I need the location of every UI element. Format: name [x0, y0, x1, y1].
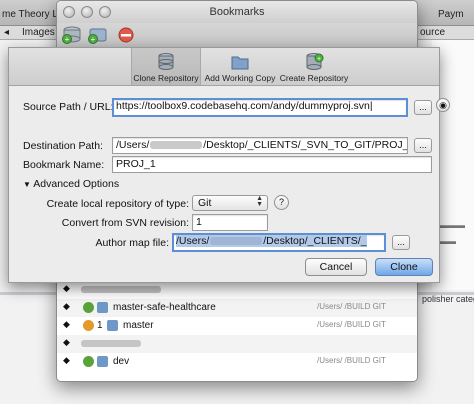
bookmark-name-value: PROJ_1 [116, 158, 156, 170]
blurred-username [210, 237, 263, 246]
bookmark-badge: 1 [97, 320, 103, 331]
images-link[interactable]: Images [22, 27, 55, 38]
tab-add-working-copy[interactable]: Add Working Copy [203, 48, 277, 85]
repository-icon [97, 302, 108, 313]
destination-path-label: Destination Path: [23, 140, 103, 152]
bookmark-label: master-safe-healthcare [113, 302, 216, 313]
background-polisher-text: polisher catego [422, 294, 474, 304]
repository-icon [107, 320, 118, 331]
sheet-tab-bar: Clone Repository Add Working Copy + Crea… [9, 48, 439, 86]
convert-revision-value: 1 [196, 216, 202, 228]
disclosure-icon[interactable]: ◆ [63, 301, 70, 312]
disclosure-icon[interactable]: ◆ [63, 283, 70, 294]
select-arrows-icon: ▲ ▼ [256, 195, 263, 208]
blurred-text [81, 286, 161, 293]
bookmark-path: /Users/ /BUILD GIT [317, 356, 386, 365]
bookmarks-list: ◆ ◆ master-safe-healthcare /Users/ /BUIL… [57, 281, 417, 381]
browser-tab-right[interactable]: Paym [438, 9, 464, 20]
bookmark-path: /Users/ /BUILD GIT [317, 302, 386, 311]
warning-status-icon [83, 320, 94, 331]
tab-create-repository[interactable]: + Create Repository [279, 48, 349, 85]
tab-label: Add Working Copy [204, 73, 276, 83]
bookmark-label: master [123, 320, 154, 331]
repo-type-select[interactable]: Git ▲ ▼ [192, 195, 268, 211]
author-map-browse-button[interactable]: ... [392, 235, 410, 250]
author-map-input[interactable]: /Users/ /Desktop/_CLIENTS/_ [172, 233, 386, 252]
bookmark-name-label: Bookmark Name: [23, 159, 105, 171]
database-icon [158, 53, 174, 70]
tab-label: Create Repository [279, 73, 349, 83]
author-map-prefix: /Users/ [176, 235, 210, 247]
repo-type-value: Git [198, 197, 212, 209]
disclosure-triangle-icon: ▼ [23, 180, 31, 189]
bookmark-label: dev [113, 356, 130, 367]
disclosure-icon[interactable]: ◆ [63, 337, 70, 348]
remove-bookmark-icon[interactable] [115, 25, 137, 45]
tab-clone-repository[interactable]: Clone Repository [131, 48, 201, 85]
source-path-value: https://toolbox9.codebasehq.com/andy/dum… [116, 100, 370, 112]
destination-browse-button[interactable]: ... [414, 138, 432, 153]
destination-path-input[interactable]: /Users/ /Desktop/_CLIENTS/_SVN_TO_GIT/PRO… [112, 137, 408, 154]
bookmarks-titlebar: Bookmarks [57, 1, 417, 23]
add-repository-icon[interactable]: + [61, 25, 83, 45]
ok-status-icon [83, 302, 94, 313]
advanced-options-label: Advanced Options [33, 178, 120, 190]
author-map-label: Author map file: [95, 237, 169, 249]
list-item[interactable]: ◆ master-safe-healthcare /Users/ /BUILD … [57, 299, 417, 317]
list-item[interactable]: ◆ 1 master /Users/ /BUILD GIT [57, 317, 417, 335]
blurred-text [81, 340, 141, 347]
cancel-button[interactable]: Cancel [305, 258, 367, 276]
source-path-input[interactable]: https://toolbox9.codebasehq.com/andy/dum… [112, 98, 408, 117]
window-title: Bookmarks [209, 6, 265, 18]
svg-text:+: + [91, 35, 96, 44]
clone-sheet: Clone Repository Add Working Copy + Crea… [8, 47, 440, 283]
author-map-suffix: /Desktop/_CLIENTS/_ [263, 235, 367, 247]
bookmark-path: /Users/ /BUILD GIT [317, 320, 386, 329]
svg-text:+: + [317, 56, 321, 63]
disclosure-icon[interactable]: ◆ [63, 355, 70, 366]
help-button[interactable]: ? [274, 195, 289, 210]
close-window-icon[interactable] [63, 6, 75, 18]
folder-icon [231, 56, 249, 70]
svg-text:+: + [65, 35, 70, 44]
blurred-username [150, 141, 203, 150]
destination-suffix: /Desktop/_CLIENTS/_SVN_TO_GIT/PROJ_1 [203, 139, 408, 151]
destination-prefix: /Users/ [116, 139, 150, 151]
bookmarks-toolbar: + + [57, 23, 417, 49]
database-plus-icon: + [306, 53, 324, 70]
text-cursor: | [369, 100, 373, 112]
disclosure-icon[interactable]: ◆ [63, 319, 70, 330]
convert-revision-input[interactable]: 1 [192, 214, 268, 231]
zoom-window-icon[interactable] [99, 6, 111, 18]
list-item[interactable]: ◆ [57, 335, 417, 353]
ource-link[interactable]: ource [420, 27, 445, 38]
bookmark-bar-arrow-icon[interactable]: ◂ [4, 27, 9, 38]
minimize-window-icon[interactable] [81, 6, 93, 18]
tab-label: Clone Repository [133, 73, 199, 83]
convert-revision-label: Convert from SVN revision: [61, 217, 189, 229]
bookmark-name-input[interactable]: PROJ_1 [112, 156, 432, 173]
repository-icon [97, 356, 108, 367]
advanced-options-toggle[interactable]: ▼ Advanced Options [23, 178, 119, 190]
source-path-label: Source Path / URL: [23, 101, 114, 113]
list-item[interactable]: ◆ [57, 281, 417, 299]
ok-status-icon [83, 356, 94, 367]
add-folder-icon[interactable]: + [87, 25, 109, 45]
list-item[interactable]: ◆ dev /Users/ /BUILD GIT [57, 353, 417, 371]
source-info-icon[interactable]: ◉ [436, 98, 450, 112]
clone-button[interactable]: Clone [375, 258, 433, 276]
source-browse-button[interactable]: ... [414, 100, 432, 115]
repo-type-label: Create local repository of type: [46, 198, 189, 210]
